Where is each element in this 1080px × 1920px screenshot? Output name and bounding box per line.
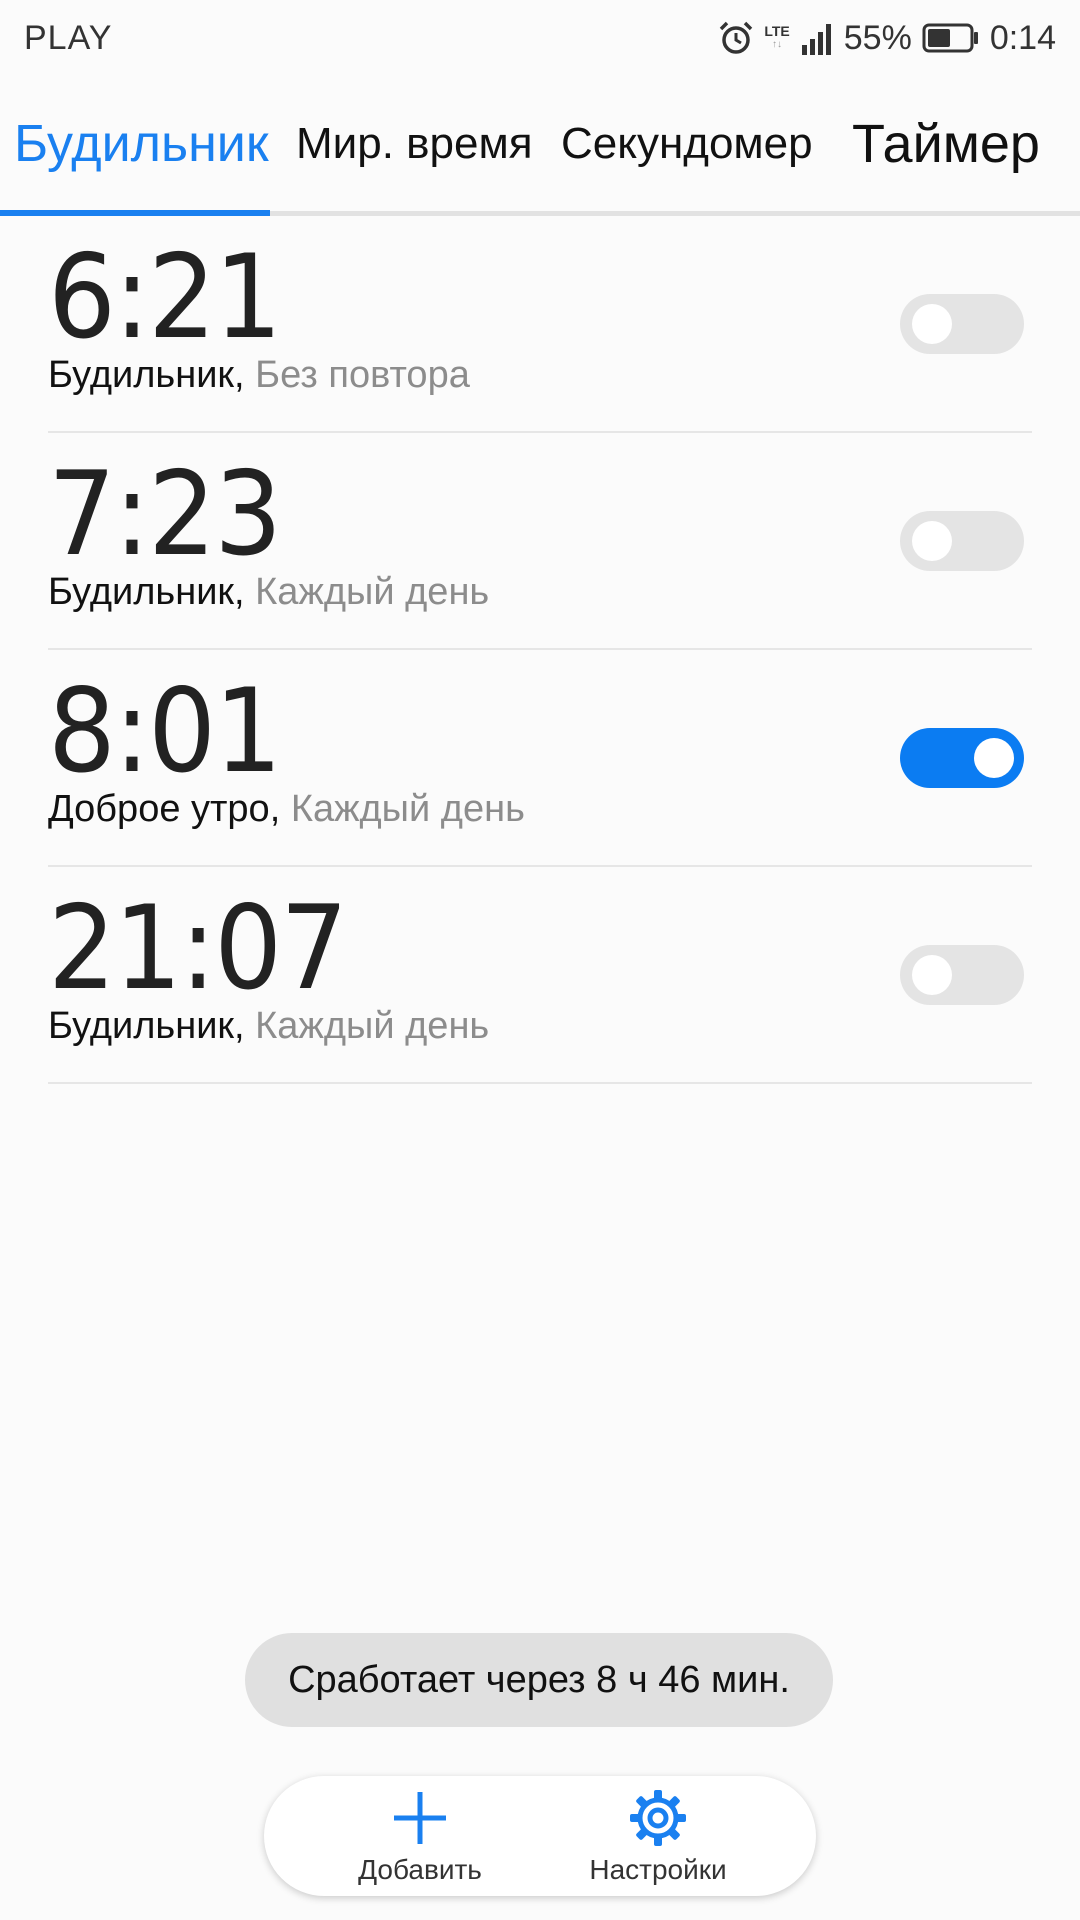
alarm-label: Доброе утро, [48,788,281,830]
alarm-repeat: Каждый день [290,788,525,830]
alarm-list: 6:21 Будильник, Без повтора 7:23 Будильн… [48,216,1032,1084]
tab-timer[interactable]: Таймер [852,90,1040,211]
alarm-item[interactable]: 6:21 Будильник, Без повтора [48,216,1032,433]
carrier-name: PLAY [24,18,113,57]
toggle-knob [912,521,952,561]
alarm-item[interactable]: 7:23 Будильник, Каждый день [48,433,1032,650]
tab-bar: Будильник Мир. время Секундомер Таймер [0,90,1080,216]
gear-icon [558,1788,758,1848]
toggle-knob [912,955,952,995]
alarm-clock-icon [718,20,754,56]
alarm-time: 6:21 [48,230,282,365]
alarm-label: Будильник, [48,1005,245,1047]
alarm-toggle[interactable] [900,728,1024,788]
signal-icon [800,21,834,55]
tab-world-time[interactable]: Мир. время [296,90,533,211]
alarm-label: Будильник, [48,571,245,613]
settings-button[interactable]: Настройки [558,1788,758,1886]
alarm-repeat: Каждый день [255,571,490,613]
alarm-repeat: Без повтора [255,354,470,396]
alarm-time: 7:23 [48,447,282,582]
battery-icon [922,23,980,53]
battery-percent: 55% [843,18,912,57]
lte-icon: LTE ↑↓ [764,23,790,50]
tab-alarm[interactable]: Будильник [14,90,269,211]
alarm-label: Будильник, [48,354,245,396]
toggle-knob [974,738,1014,778]
alarm-toggle[interactable] [900,511,1024,571]
add-alarm-button[interactable]: Добавить [320,1788,520,1886]
bottom-action-bar: Добавить Настройки [264,1776,816,1896]
toggle-knob [912,304,952,344]
next-alarm-toast: Сработает через 8 ч 46 мин. [245,1633,833,1727]
status-bar: PLAY LTE ↑↓ 55% 0:14 [0,0,1080,76]
status-icons: LTE ↑↓ 55% 0:14 [718,19,1056,58]
alarm-item[interactable]: 8:01 Доброе утро, Каждый день [48,650,1032,867]
alarm-time: 21:07 [48,881,348,1016]
alarm-repeat: Каждый день [255,1005,490,1047]
alarm-description: Будильник, Без повтора [48,354,470,397]
alarm-toggle[interactable] [900,294,1024,354]
alarm-description: Доброе утро, Каждый день [48,788,525,831]
clock-time: 0:14 [989,18,1056,57]
settings-label: Настройки [589,1854,727,1885]
alarm-time: 8:01 [48,664,282,799]
tab-stopwatch[interactable]: Секундомер [561,90,813,211]
alarm-item[interactable]: 21:07 Будильник, Каждый день [48,867,1032,1084]
alarm-description: Будильник, Каждый день [48,1005,489,1048]
plus-icon [320,1788,520,1848]
alarm-toggle[interactable] [900,945,1024,1005]
alarm-description: Будильник, Каждый день [48,571,489,614]
add-label: Добавить [358,1854,482,1885]
